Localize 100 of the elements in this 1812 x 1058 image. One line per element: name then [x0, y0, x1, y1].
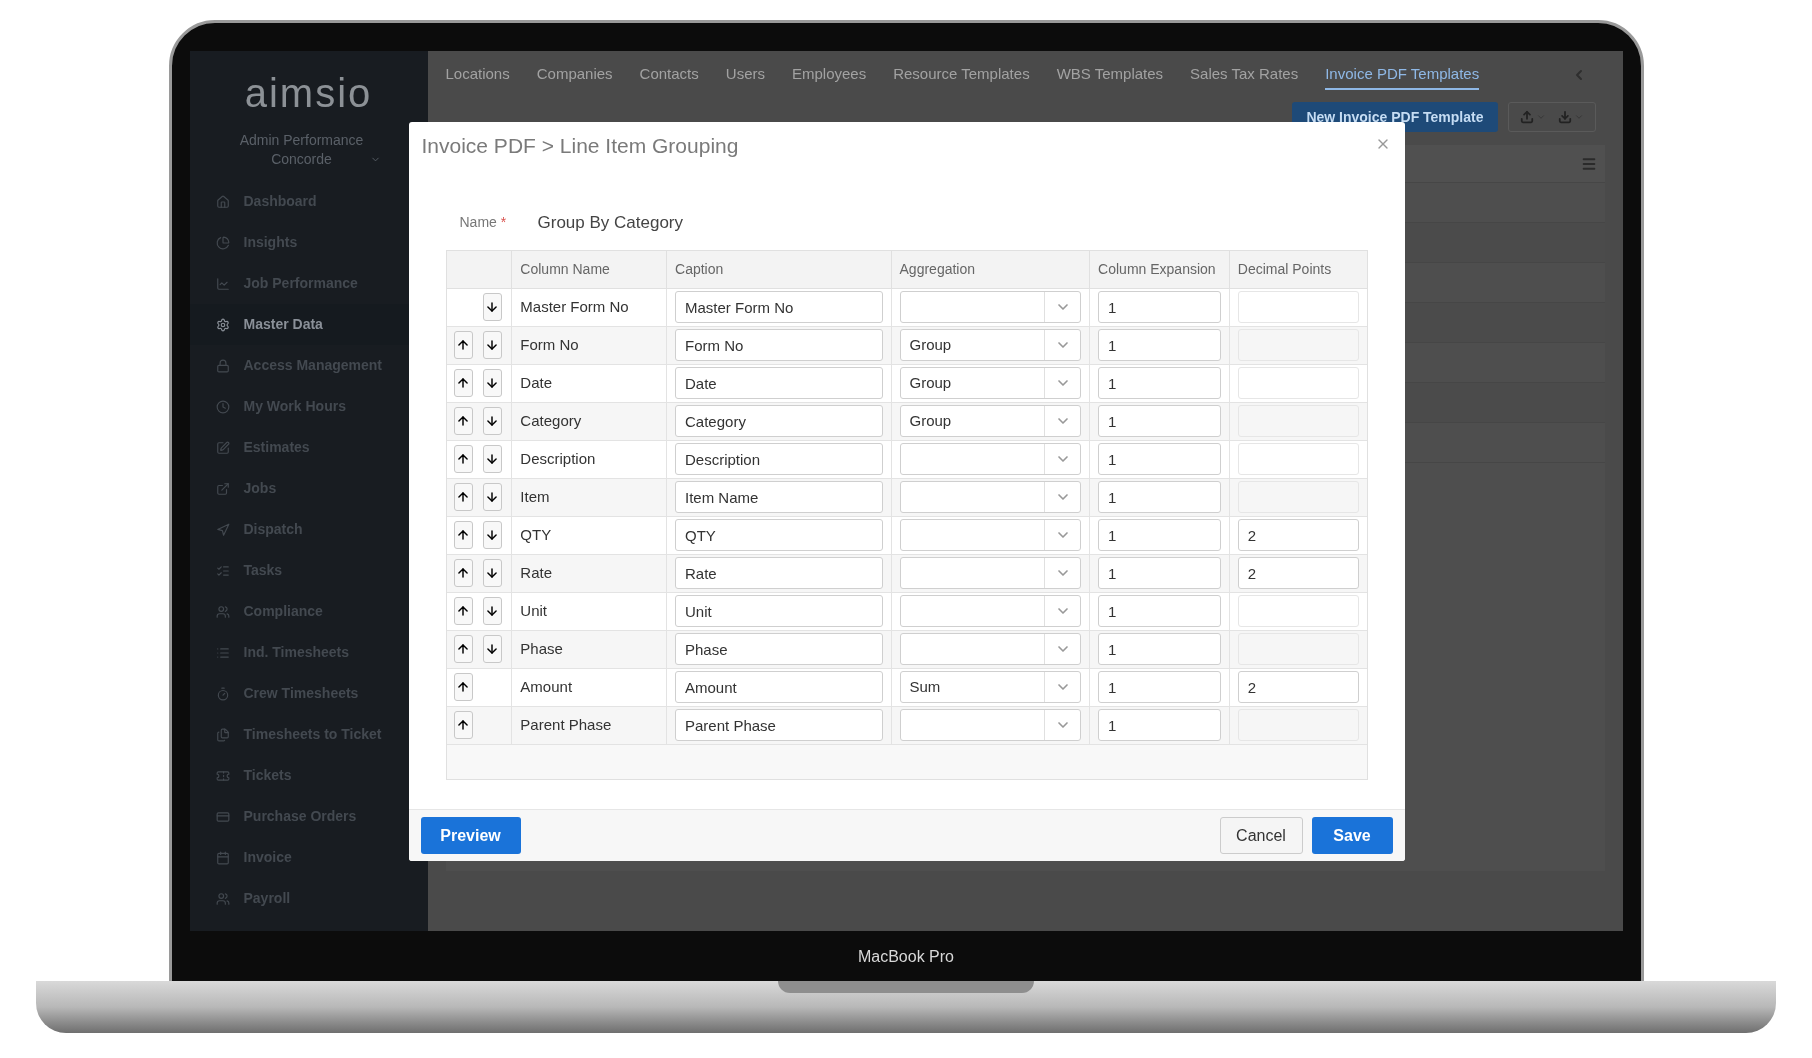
people-icon [215, 604, 230, 619]
decimal-points-field[interactable]: 2 [1237, 519, 1359, 551]
move-down-button[interactable] [482, 521, 502, 549]
line-chart-icon [215, 276, 230, 291]
move-down-button[interactable] [482, 331, 502, 359]
calendar-icon [215, 850, 230, 865]
expansion-field[interactable]: 1 [1098, 671, 1221, 703]
caption-field[interactable]: Category [675, 405, 883, 437]
stopwatch-icon [215, 686, 230, 701]
expansion-field[interactable]: 1 [1098, 367, 1221, 399]
move-down-button[interactable] [482, 635, 502, 663]
column-header: Column Name [520, 259, 610, 279]
arrow-up-icon [456, 717, 470, 733]
table-cell-text: Rate [520, 562, 553, 583]
move-down-button[interactable] [482, 559, 502, 587]
move-up-button[interactable] [453, 331, 473, 359]
move-down-button[interactable] [482, 597, 502, 625]
caption-field[interactable]: Unit [675, 595, 883, 627]
caption-field[interactable]: Date [675, 367, 883, 399]
move-up-button[interactable] [453, 521, 473, 549]
column-header: Caption [675, 259, 724, 279]
decimal-points-field[interactable] [1237, 595, 1359, 627]
move-up-button[interactable] [453, 673, 473, 701]
arrow-up-icon [456, 641, 470, 657]
aggregation-dropdown[interactable]: Group [899, 405, 1082, 437]
people-icon [215, 891, 230, 906]
tab[interactable]: WBS Templates [1056, 59, 1164, 91]
decimal-points-field[interactable]: 2 [1237, 671, 1359, 703]
caption-field[interactable]: Amount [675, 671, 883, 703]
caption-field[interactable]: Rate [675, 557, 883, 589]
table-cell-text: QTY [520, 524, 552, 545]
column-header: Column Expansion [1098, 259, 1216, 279]
move-up-button[interactable] [453, 635, 473, 663]
expansion-field[interactable]: 1 [1098, 443, 1221, 475]
expansion-field[interactable]: 1 [1098, 557, 1221, 589]
ticket-icon [215, 768, 230, 783]
aggregation-dropdown[interactable]: Group [899, 367, 1082, 399]
arrow-down-icon [485, 641, 499, 657]
column-header: Aggregation [899, 259, 976, 279]
checklist-icon [215, 563, 230, 578]
clock-icon [215, 399, 230, 414]
arrow-down-icon [485, 451, 499, 467]
expansion-field[interactable]: 1 [1098, 595, 1221, 627]
tab[interactable]: Locations [445, 59, 510, 91]
tab[interactable]: Contacts [639, 59, 699, 91]
move-up-button[interactable] [453, 559, 473, 587]
documents-icon [215, 727, 230, 742]
expansion-field[interactable]: 1 [1098, 405, 1221, 437]
expansion-field[interactable]: 1 [1098, 519, 1221, 551]
tab[interactable]: Companies [536, 59, 613, 91]
caption-field[interactable]: Master Form No [675, 291, 883, 323]
caption-field[interactable]: Item Name [675, 481, 883, 513]
expansion-field[interactable]: 1 [1098, 633, 1221, 665]
move-up-button[interactable] [453, 407, 473, 435]
expansion-field[interactable]: 1 [1098, 709, 1221, 741]
arrow-down-icon [485, 489, 499, 505]
aggregation-dropdown[interactable]: Sum [899, 671, 1082, 703]
move-up-button[interactable] [453, 445, 473, 473]
move-up-button[interactable] [453, 369, 473, 397]
expansion-field[interactable]: 1 [1098, 291, 1221, 323]
caption-field[interactable]: Phase [675, 633, 883, 665]
preview-button[interactable]: Preview [420, 817, 521, 854]
cancel-button[interactable]: Cancel [1219, 817, 1303, 854]
move-down-button[interactable] [482, 445, 502, 473]
move-down-button[interactable] [482, 369, 502, 397]
move-down-button[interactable] [482, 407, 502, 435]
table-cell-text: Amount [520, 676, 573, 697]
expansion-field[interactable]: 1 [1098, 329, 1221, 361]
arrow-down-icon [485, 299, 499, 315]
device-label: MacBook Pro [857, 946, 954, 967]
move-down-button[interactable] [482, 483, 502, 511]
account-name: Admin Performance Concorde [238, 131, 365, 169]
navigation-arrow-icon [215, 522, 230, 537]
aggregation-dropdown[interactable]: Group [899, 329, 1082, 361]
decimal-points-field[interactable] [1237, 367, 1359, 399]
decimal-points-field[interactable] [1237, 443, 1359, 475]
move-up-button[interactable] [453, 597, 473, 625]
tab[interactable]: Sales Tax Rates [1190, 59, 1299, 91]
decimal-points-field[interactable] [1237, 291, 1359, 323]
move-down-button[interactable] [482, 293, 502, 321]
tab[interactable]: Resource Templates [893, 59, 1030, 91]
tab[interactable]: Invoice PDF Templates [1325, 59, 1480, 91]
table-cell-text: Master Form No [520, 296, 629, 317]
save-button[interactable]: Save [1311, 817, 1393, 854]
caption-field[interactable]: Description [675, 443, 883, 475]
arrow-up-icon [456, 527, 470, 543]
tab[interactable]: Employees [791, 59, 867, 91]
caption-field[interactable]: Form No [675, 329, 883, 361]
arrow-down-icon [485, 527, 499, 543]
column-header: Decimal Points [1237, 259, 1332, 279]
upload-icon [1519, 110, 1534, 124]
decimal-points-field[interactable]: 2 [1237, 557, 1359, 589]
move-up-button[interactable] [453, 483, 473, 511]
caption-field[interactable]: QTY [675, 519, 883, 551]
tab[interactable]: Users [725, 59, 765, 91]
table-cell-text: Unit [520, 600, 548, 621]
caption-field[interactable]: Parent Phase [675, 709, 883, 741]
move-up-button[interactable] [453, 711, 473, 739]
expansion-field[interactable]: 1 [1098, 481, 1221, 513]
house-icon [215, 194, 230, 209]
